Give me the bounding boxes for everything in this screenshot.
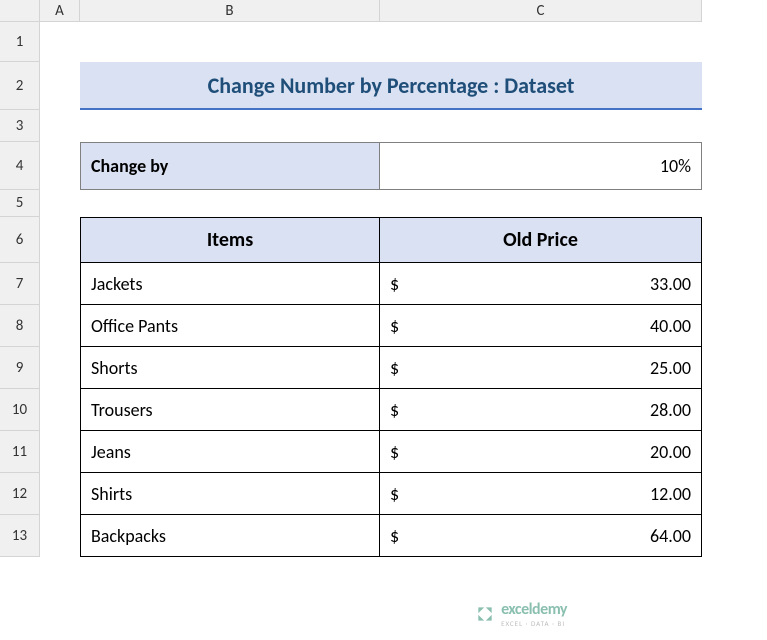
row-header-3[interactable]: 3 [0, 110, 40, 142]
table-row-price[interactable]: $ 64.00 [380, 515, 702, 557]
price-value: 28.00 [650, 399, 691, 421]
change-by-value[interactable]: 10% [380, 142, 702, 190]
change-by-label[interactable]: Change by [80, 142, 380, 190]
row-header-5[interactable]: 5 [0, 190, 40, 217]
price-value: 25.00 [650, 357, 691, 379]
table-header-items[interactable]: Items [80, 217, 380, 263]
currency-symbol: $ [390, 483, 399, 505]
cell-a9[interactable] [40, 347, 80, 389]
row-header-1[interactable]: 1 [0, 22, 40, 62]
row-header-10[interactable]: 10 [0, 389, 40, 431]
table-row-item[interactable]: Jackets [80, 263, 380, 305]
row-header-12[interactable]: 12 [0, 473, 40, 515]
spreadsheet-grid: A B C 1 2 3 4 5 6 7 8 9 10 11 12 13 Chan… [0, 0, 767, 557]
cell-a12[interactable] [40, 473, 80, 515]
cell-a13[interactable] [40, 515, 80, 557]
cell-a8[interactable] [40, 305, 80, 347]
col-header-b[interactable]: B [80, 0, 380, 22]
table-header-price[interactable]: Old Price [380, 217, 702, 263]
cell-a3[interactable] [40, 110, 80, 142]
table-row-item[interactable]: Shorts [80, 347, 380, 389]
cell-a10[interactable] [40, 389, 80, 431]
row-header-4[interactable]: 4 [0, 142, 40, 190]
price-value: 64.00 [650, 525, 691, 547]
price-value: 40.00 [650, 315, 691, 337]
table-row-item[interactable]: Backpacks [80, 515, 380, 557]
row-header-8[interactable]: 8 [0, 305, 40, 347]
logo-icon [475, 604, 495, 624]
watermark-title: exceldemy [501, 600, 567, 619]
cell-a6[interactable] [40, 217, 80, 263]
cell-a4[interactable] [40, 142, 80, 190]
table-row-item[interactable]: Jeans [80, 431, 380, 473]
watermark: exceldemy EXCEL · DATA · BI [475, 600, 567, 628]
price-value: 20.00 [650, 441, 691, 463]
watermark-subtitle: EXCEL · DATA · BI [501, 619, 567, 628]
currency-symbol: $ [390, 273, 399, 295]
page-title[interactable]: Change Number by Percentage : Dataset [80, 62, 702, 110]
cell-a11[interactable] [40, 431, 80, 473]
row-header-13[interactable]: 13 [0, 515, 40, 557]
cell-a1[interactable] [40, 22, 80, 62]
currency-symbol: $ [390, 525, 399, 547]
currency-symbol: $ [390, 441, 399, 463]
table-row-price[interactable]: $ 20.00 [380, 431, 702, 473]
currency-symbol: $ [390, 399, 399, 421]
select-all-corner[interactable] [0, 0, 40, 22]
row-header-6[interactable]: 6 [0, 217, 40, 263]
cell-a7[interactable] [40, 263, 80, 305]
table-row-item[interactable]: Trousers [80, 389, 380, 431]
price-value: 33.00 [650, 273, 691, 295]
row-header-7[interactable]: 7 [0, 263, 40, 305]
row-header-9[interactable]: 9 [0, 347, 40, 389]
table-row-item[interactable]: Office Pants [80, 305, 380, 347]
table-row-price[interactable]: $ 40.00 [380, 305, 702, 347]
table-row-price[interactable]: $ 28.00 [380, 389, 702, 431]
table-row-price[interactable]: $ 25.00 [380, 347, 702, 389]
currency-symbol: $ [390, 315, 399, 337]
table-row-price[interactable]: $ 33.00 [380, 263, 702, 305]
cell-a5[interactable] [40, 190, 80, 217]
col-header-c[interactable]: C [380, 0, 702, 22]
row-header-11[interactable]: 11 [0, 431, 40, 473]
table-row-price[interactable]: $ 12.00 [380, 473, 702, 515]
row-header-2[interactable]: 2 [0, 62, 40, 110]
col-header-a[interactable]: A [40, 0, 80, 22]
table-row-item[interactable]: Shirts [80, 473, 380, 515]
price-value: 12.00 [650, 483, 691, 505]
cell-a2[interactable] [40, 62, 80, 110]
currency-symbol: $ [390, 357, 399, 379]
